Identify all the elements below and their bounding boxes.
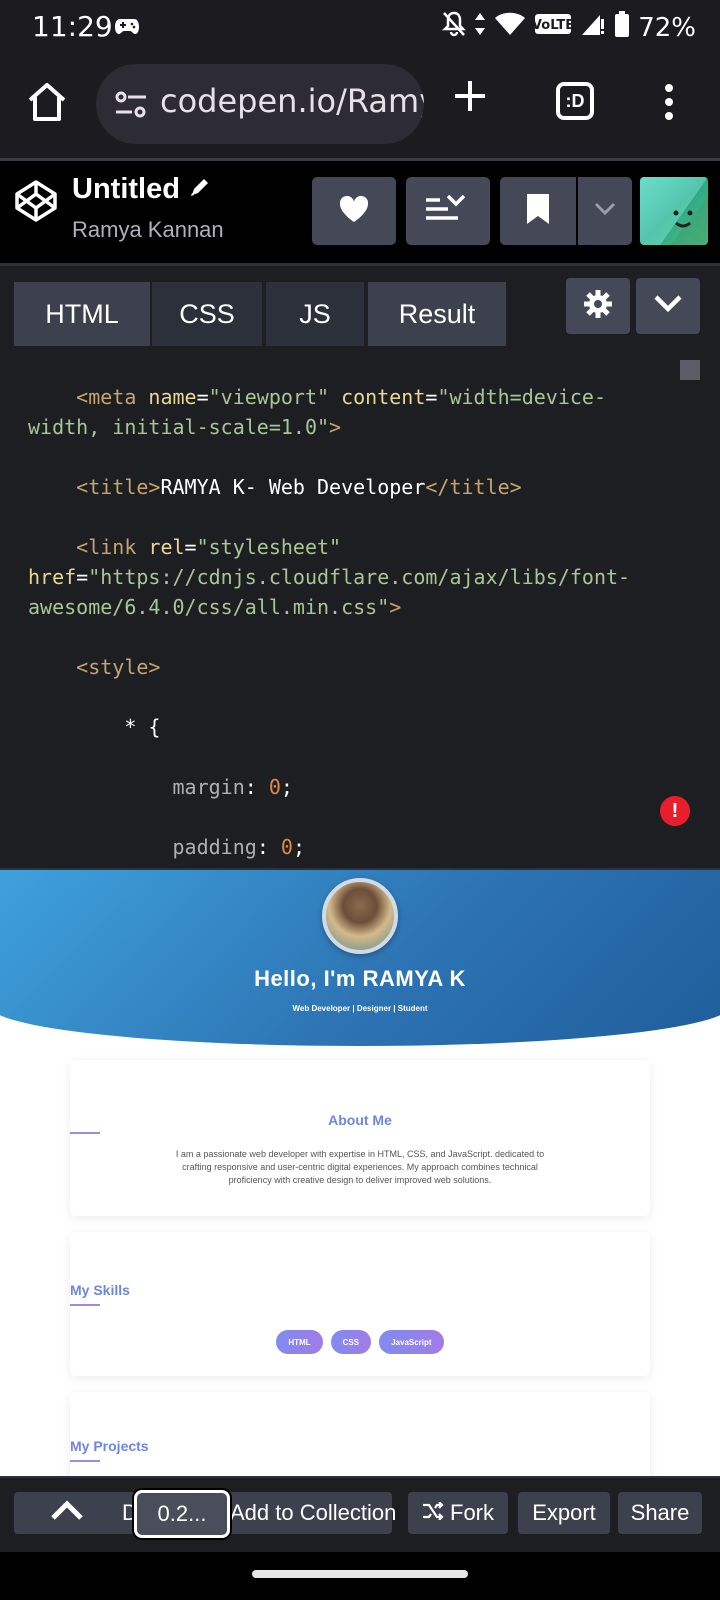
status-bar: 11:29 VoLTE 72%	[0, 0, 720, 56]
bookmark-button[interactable]	[500, 177, 576, 245]
gear-icon	[583, 289, 613, 324]
code-line: awesome/6.4.0/css/all.min.css">	[28, 595, 402, 619]
svg-text:VoLTE: VoLTE	[534, 18, 572, 33]
url-text: codepen.io/Ramy	[160, 82, 424, 120]
site-settings-icon[interactable]	[114, 90, 148, 125]
bell-off-icon	[442, 11, 467, 44]
signal-icon	[580, 11, 606, 44]
wifi-icon	[494, 11, 526, 44]
code-line: <style>	[76, 655, 161, 679]
code-content[interactable]: <meta name="viewport" content="width=dev…	[28, 352, 678, 862]
codepen-logo-icon[interactable]	[14, 179, 58, 228]
chevron-down-icon	[594, 202, 616, 221]
new-tab-icon[interactable]	[452, 78, 488, 119]
chevron-down-icon	[653, 294, 683, 319]
title-underline	[70, 1460, 100, 1462]
tab-html[interactable]: HTML	[14, 282, 150, 346]
skills-list: HTML CSS JavaScript	[70, 1330, 650, 1354]
share-button[interactable]: Share	[618, 1492, 702, 1534]
error-indicator-icon[interactable]: !	[660, 796, 690, 826]
code-line: width, initial-scale=1.0">	[28, 415, 342, 439]
profile-photo	[322, 878, 398, 954]
about-title: About Me	[328, 1112, 392, 1128]
code-line: href="https://cdnjs.cloudflare.com/ajax/…	[28, 565, 631, 589]
volte-icon: VoLTE	[532, 12, 574, 43]
bottom-toolbar: D Add to Collection 0.2... Fork Export S…	[0, 1476, 720, 1552]
browser-toolbar: codepen.io/Ramy :D	[0, 56, 720, 160]
gamepad-icon	[114, 16, 140, 41]
code-line: <meta name="viewport" content="width=dev…	[76, 385, 607, 409]
expand-button[interactable]	[14, 1492, 120, 1534]
pencil-icon[interactable]	[188, 175, 212, 204]
collapse-button[interactable]	[636, 278, 700, 334]
code-line: padding: 0;	[172, 835, 305, 859]
add-to-collection-button[interactable]: Add to Collection	[226, 1492, 396, 1534]
title-underline	[70, 1304, 100, 1306]
skill-pill: CSS	[330, 1330, 372, 1354]
console-button[interactable]: 0.2...	[134, 1490, 230, 1538]
code-editor: HTML CSS JS Result <meta name="viewport"…	[0, 266, 720, 868]
chevron-up-icon	[50, 1499, 84, 1527]
hero-title: Hello, I'm RAMYA K	[254, 966, 466, 991]
editor-tabs: HTML CSS JS Result	[0, 266, 720, 348]
projects-title: My Projects	[70, 1438, 149, 1454]
fork-icon	[422, 1500, 444, 1526]
fork-label: Fork	[450, 1500, 494, 1525]
home-icon[interactable]	[26, 82, 68, 127]
tab-switcher-button[interactable]: :D	[556, 82, 594, 120]
code-line: margin: 0;	[172, 775, 293, 799]
skills-title: My Skills	[70, 1282, 130, 1298]
pen-title[interactable]: Untitled	[72, 173, 180, 206]
skill-pill: JavaScript	[379, 1330, 444, 1354]
export-button[interactable]: Export	[518, 1492, 610, 1534]
more-menu-icon[interactable]	[664, 84, 674, 125]
bookmark-dropdown-button[interactable]	[578, 177, 632, 245]
battery-icon	[614, 10, 630, 45]
tab-css[interactable]: CSS	[152, 282, 262, 346]
hero-subtitle: Web Developer | Designer | Student	[292, 1004, 428, 1013]
projects-card: My Projects	[70, 1392, 650, 1476]
bookmark-icon	[525, 192, 551, 231]
data-arrows-icon	[474, 11, 486, 44]
editor-scrollbar[interactable]	[680, 360, 700, 380]
skills-card: My Skills HTML CSS JavaScript	[70, 1232, 650, 1376]
code-line: <link rel="stylesheet"	[76, 535, 342, 559]
home-gesture-handle[interactable]	[252, 1570, 468, 1578]
settings-button[interactable]	[566, 278, 630, 334]
about-text: I am a passionate web developer with exp…	[175, 1149, 545, 1185]
tab-js[interactable]: JS	[266, 282, 364, 346]
code-line: * {	[124, 715, 161, 739]
battery-percent: 72%	[638, 12, 696, 43]
pen-author[interactable]: Ramya Kannan	[72, 217, 224, 243]
tab-result[interactable]: Result	[368, 282, 506, 346]
like-button[interactable]	[312, 177, 396, 245]
about-card: About Me I am a passionate web developer…	[70, 1060, 650, 1216]
result-preview: Hello, I'm RAMYA K Web Developer | Desig…	[0, 868, 720, 1476]
status-time: 11:29	[32, 10, 113, 43]
user-avatar[interactable]	[640, 177, 708, 245]
heart-icon	[338, 195, 370, 228]
add-to-collection-label: Add to Collection	[230, 1500, 397, 1525]
layout-icon	[424, 192, 472, 231]
code-line: <title>RAMYA K- Web Developer</title>	[76, 475, 522, 499]
codepen-header: Untitled Ramya Kannan	[0, 161, 720, 263]
skill-pill: HTML	[276, 1330, 323, 1354]
gesture-bar	[0, 1552, 720, 1600]
title-underline	[70, 1132, 100, 1134]
address-bar[interactable]: codepen.io/Ramy	[96, 64, 424, 144]
fork-button[interactable]: Fork	[408, 1492, 508, 1534]
change-view-button[interactable]	[406, 177, 490, 245]
